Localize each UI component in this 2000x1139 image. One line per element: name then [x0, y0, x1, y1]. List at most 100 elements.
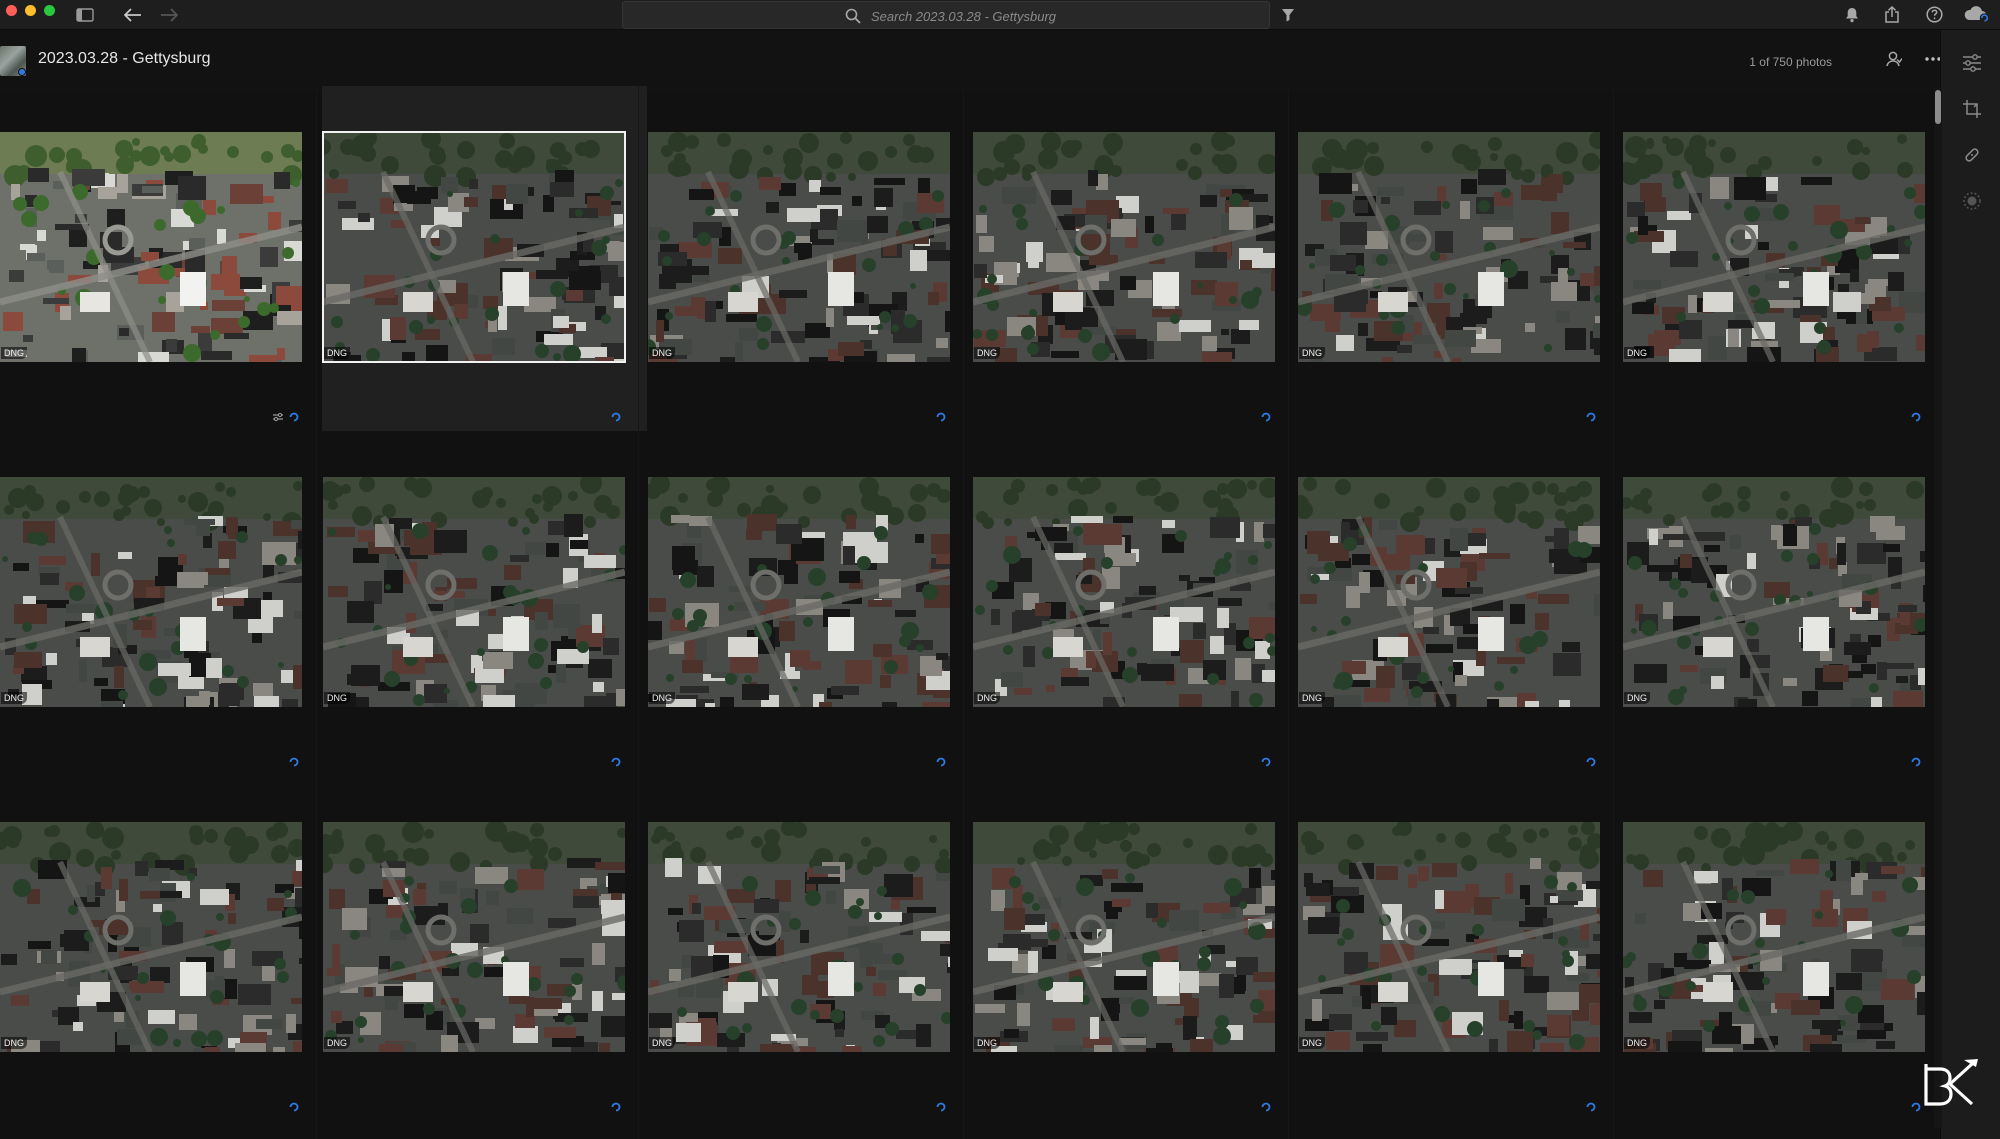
cloud-sync-pending-icon — [1910, 410, 1922, 422]
cloud-sync-pending-icon — [935, 755, 947, 767]
album-title: 2023.03.28 - Gettysburg — [38, 50, 211, 67]
photo-thumbnail[interactable]: DNG — [973, 132, 1275, 362]
photo-cell[interactable]: DNG — [647, 776, 972, 1121]
column-divider — [1613, 86, 1614, 1139]
search-input[interactable] — [871, 6, 1251, 26]
search-icon — [845, 8, 861, 24]
photo-grid: DNG DNG DNG DNG DNG DNG DNG DNG DNG DNG DNG DNG DNG D… — [0, 86, 1930, 1139]
column-divider — [1288, 86, 1289, 1139]
photo-cell[interactable]: DNG — [1622, 776, 1947, 1121]
photo-thumbnail[interactable]: DNG — [973, 822, 1275, 1052]
edit-sliders-icon[interactable] — [1961, 52, 1983, 74]
file-format-badge: DNG — [1299, 1037, 1325, 1049]
photo-cell[interactable]: DNG — [972, 86, 1297, 431]
file-format-badge: DNG — [649, 347, 675, 359]
column-divider — [638, 86, 639, 1139]
photo-thumbnail[interactable]: DNG — [1623, 822, 1925, 1052]
photo-thumbnail[interactable]: DNG — [323, 822, 625, 1052]
minimize-window-button[interactable] — [25, 5, 36, 16]
photo-thumbnail[interactable]: DNG — [648, 132, 950, 362]
photo-cell[interactable]: DNG — [322, 86, 647, 431]
photo-thumbnail[interactable]: DNG — [0, 822, 302, 1052]
photo-thumbnail[interactable]: DNG — [648, 822, 950, 1052]
masking-icon[interactable] — [1961, 190, 1983, 212]
photo-cell[interactable]: DNG — [647, 86, 972, 431]
photo-thumbnail[interactable]: DNG — [1298, 822, 1600, 1052]
photo-thumbnail[interactable]: DNG — [973, 477, 1275, 707]
photo-cell[interactable]: DNG — [0, 431, 325, 776]
file-format-badge: DNG — [324, 347, 350, 359]
photo-thumbnail[interactable]: DNG — [648, 477, 950, 707]
photo-thumbnail[interactable]: DNG — [1623, 132, 1925, 362]
cloud-sync-pending-icon — [288, 755, 300, 767]
photo-cell[interactable]: DNG — [1622, 431, 1947, 776]
photo-cell[interactable]: DNG — [0, 86, 325, 431]
photo-cell[interactable]: DNG — [1297, 776, 1622, 1121]
title-bar — [0, 0, 2000, 30]
photo-cell[interactable]: DNG — [1622, 86, 1947, 431]
photo-thumbnail[interactable]: DNG — [322, 131, 626, 363]
file-format-badge: DNG — [1624, 347, 1650, 359]
cloud-sync-pending-icon — [935, 410, 947, 422]
photo-thumbnail[interactable]: DNG — [1623, 477, 1925, 707]
photo-thumbnail[interactable]: DNG — [1298, 132, 1600, 362]
cloud-sync-pending-icon — [1585, 410, 1597, 422]
photo-cell[interactable]: DNG — [1297, 431, 1622, 776]
photo-thumbnail[interactable]: DNG — [0, 132, 302, 362]
edit-tools-panel — [1940, 30, 2000, 1139]
bk-watermark-logo — [1924, 1059, 1978, 1106]
photo-cell[interactable]: DNG — [322, 776, 647, 1121]
edited-indicator-icon — [272, 410, 284, 422]
crop-icon[interactable] — [1961, 98, 1983, 120]
people-icon[interactable] — [1884, 49, 1904, 69]
cloud-sync-pending-icon — [610, 410, 622, 422]
cloud-sync-pending-icon — [610, 1100, 622, 1112]
column-divider — [316, 86, 317, 1139]
file-format-badge: DNG — [1299, 347, 1325, 359]
file-format-badge: DNG — [324, 1037, 350, 1049]
photo-thumbnail[interactable]: DNG — [0, 477, 302, 707]
file-format-badge: DNG — [1299, 692, 1325, 704]
share-icon[interactable] — [1882, 4, 1902, 24]
healing-brush-icon[interactable] — [1961, 144, 1983, 166]
photo-thumbnail[interactable]: DNG — [1298, 477, 1600, 707]
photo-cell[interactable]: DNG — [1297, 86, 1622, 431]
bell-icon[interactable] — [1842, 5, 1862, 25]
sidebar-toggle-icon[interactable] — [75, 5, 95, 25]
photo-count-label: 1 of 750 photos — [1749, 55, 1832, 69]
file-format-badge: DNG — [974, 1037, 1000, 1049]
zoom-window-button[interactable] — [44, 5, 55, 16]
cloud-sync-pending-icon — [1260, 755, 1272, 767]
photo-thumbnail[interactable]: DNG — [323, 477, 625, 707]
file-format-badge: DNG — [324, 692, 350, 704]
forward-arrow-icon[interactable] — [158, 4, 180, 26]
file-format-badge: DNG — [1, 347, 27, 359]
cloud-sync-pending-icon — [288, 1100, 300, 1112]
cloud-sync-icon[interactable] — [1962, 3, 1992, 25]
help-icon[interactable] — [1924, 4, 1944, 24]
photo-cell[interactable]: DNG — [972, 776, 1297, 1121]
cloud-sync-pending-icon — [1260, 410, 1272, 422]
cloud-sync-pending-icon — [1585, 755, 1597, 767]
file-format-badge: DNG — [1, 692, 27, 704]
filter-icon[interactable] — [1279, 6, 1297, 24]
cloud-sync-pending-icon — [935, 1100, 947, 1112]
photo-cell[interactable]: DNG — [0, 776, 325, 1121]
file-format-badge: DNG — [1, 1037, 27, 1049]
cloud-sync-pending-icon — [288, 410, 300, 422]
cloud-sync-pending-icon — [1910, 755, 1922, 767]
file-format-badge: DNG — [1624, 1037, 1650, 1049]
file-format-badge: DNG — [649, 1037, 675, 1049]
column-divider — [963, 86, 964, 1139]
search-bar[interactable] — [622, 1, 1270, 29]
file-format-badge: DNG — [974, 692, 1000, 704]
photo-cell[interactable]: DNG — [647, 431, 972, 776]
back-arrow-icon[interactable] — [122, 4, 144, 26]
file-format-badge: DNG — [974, 347, 1000, 359]
cloud-sync-pending-icon — [1585, 1100, 1597, 1112]
photo-cell[interactable]: DNG — [322, 431, 647, 776]
close-window-button[interactable] — [6, 5, 17, 16]
cloud-sync-pending-icon — [610, 755, 622, 767]
photo-cell[interactable]: DNG — [972, 431, 1297, 776]
album-header: 2023.03.28 - Gettysburg 1 of 750 photos — [0, 30, 1941, 92]
